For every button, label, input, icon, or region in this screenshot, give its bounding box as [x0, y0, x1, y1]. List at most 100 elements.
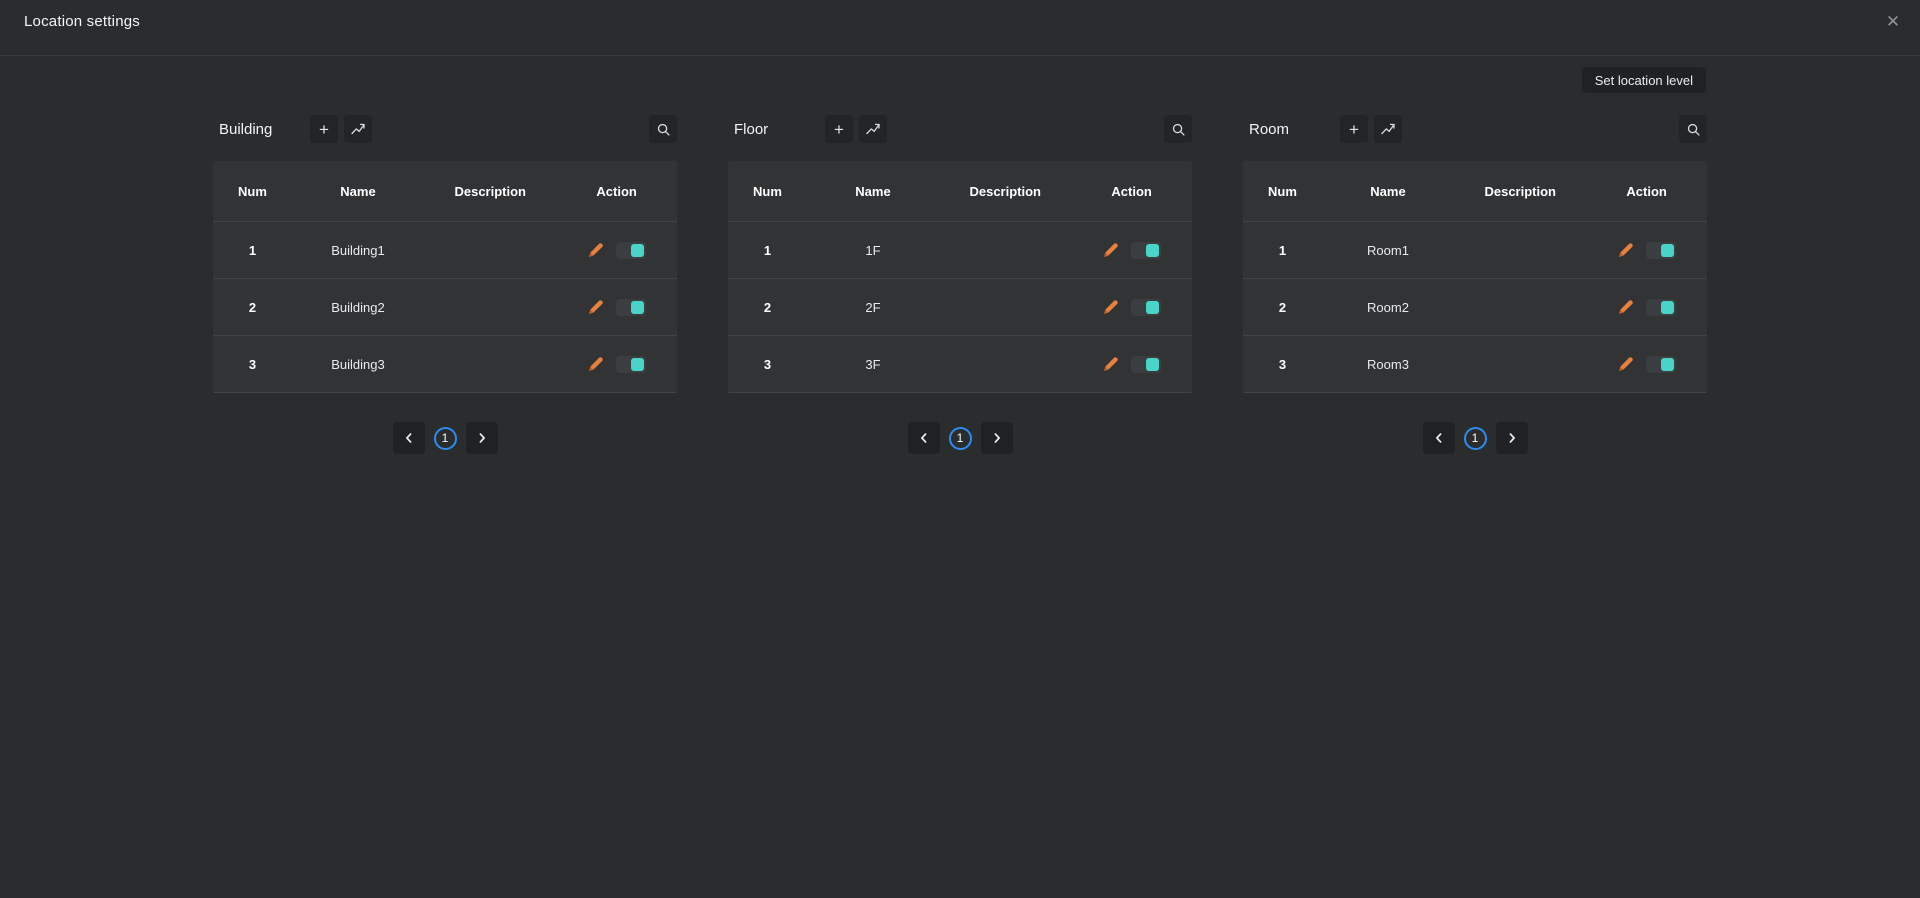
column-header-num: Num — [1243, 184, 1322, 199]
row-name: 2F — [807, 300, 939, 315]
panel-header: Floor + — [728, 115, 1192, 143]
trending-up-icon — [350, 121, 366, 137]
toggle-knob — [1146, 301, 1159, 314]
set-location-level-button[interactable]: Set location level — [1582, 67, 1706, 93]
prev-page-button[interactable] — [393, 422, 425, 454]
toggle-knob — [631, 358, 644, 371]
edit-pencil-icon[interactable] — [1617, 355, 1635, 373]
column-header-name: Name — [1322, 184, 1454, 199]
row-actions — [556, 298, 677, 316]
search-button[interactable] — [649, 115, 677, 143]
toggle-knob — [1661, 244, 1674, 257]
row-num: 3 — [1243, 357, 1322, 372]
enable-toggle[interactable] — [1131, 356, 1161, 373]
edit-pencil-icon[interactable] — [1102, 241, 1120, 259]
row-num: 3 — [728, 357, 807, 372]
table-body: 1 Building1 2 Building2 — [213, 221, 677, 392]
toggle-knob — [631, 244, 644, 257]
row-actions — [556, 241, 677, 259]
location-table: Num Name Description Action 1 Building1 … — [213, 161, 677, 393]
modal-title: Location settings — [24, 13, 140, 30]
row-actions — [1586, 355, 1707, 373]
row-actions — [1586, 298, 1707, 316]
row-num: 1 — [1243, 243, 1322, 258]
table-header-row: Num Name Description Action — [1243, 161, 1707, 221]
page-number[interactable]: 1 — [1464, 427, 1487, 450]
import-level-button[interactable] — [344, 115, 372, 143]
column-header-num: Num — [728, 184, 807, 199]
close-icon[interactable]: ✕ — [1882, 11, 1904, 33]
edit-pencil-icon[interactable] — [1102, 355, 1120, 373]
search-icon — [656, 122, 671, 137]
edit-pencil-icon[interactable] — [1102, 298, 1120, 316]
next-page-button[interactable] — [466, 422, 498, 454]
page-number[interactable]: 1 — [949, 427, 972, 450]
plus-icon: + — [1349, 121, 1359, 138]
next-page-button[interactable] — [981, 422, 1013, 454]
row-name: 1F — [807, 243, 939, 258]
trending-up-icon — [1380, 121, 1396, 137]
plus-icon: + — [319, 121, 329, 138]
row-name: Building1 — [292, 243, 424, 258]
add-button[interactable]: + — [1340, 115, 1368, 143]
location-table: Num Name Description Action 1 1F 2 2F — [728, 161, 1192, 393]
plus-icon: + — [834, 121, 844, 138]
enable-toggle[interactable] — [1646, 299, 1676, 316]
column-header-action: Action — [556, 184, 677, 199]
chevron-right-icon — [1505, 431, 1519, 445]
trending-up-icon — [865, 121, 881, 137]
pagination: 1 — [1243, 422, 1707, 454]
page-number[interactable]: 1 — [434, 427, 457, 450]
prev-page-button[interactable] — [1423, 422, 1455, 454]
edit-pencil-icon[interactable] — [1617, 241, 1635, 259]
edit-pencil-icon[interactable] — [587, 241, 605, 259]
enable-toggle[interactable] — [1646, 356, 1676, 373]
chevron-left-icon — [1432, 431, 1446, 445]
panel-header: Building + — [213, 115, 677, 143]
table-row: 3 Room3 — [1243, 335, 1707, 392]
search-button[interactable] — [1164, 115, 1192, 143]
location-table: Num Name Description Action 1 Room1 2 Ro… — [1243, 161, 1707, 393]
enable-toggle[interactable] — [616, 242, 646, 259]
edit-pencil-icon[interactable] — [1617, 298, 1635, 316]
table-row: 3 Building3 — [213, 335, 677, 392]
column-header-action: Action — [1586, 184, 1707, 199]
modal-header: Location settings ✕ — [0, 0, 1920, 56]
enable-toggle[interactable] — [616, 356, 646, 373]
row-name: Building2 — [292, 300, 424, 315]
enable-toggle[interactable] — [616, 299, 646, 316]
table-row: 2 Room2 — [1243, 278, 1707, 335]
row-actions — [1071, 241, 1192, 259]
chevron-right-icon — [475, 431, 489, 445]
row-actions — [1071, 298, 1192, 316]
location-panel: Building + — [213, 115, 677, 454]
edit-pencil-icon[interactable] — [587, 355, 605, 373]
column-header-description: Description — [939, 184, 1071, 199]
table-header-row: Num Name Description Action — [213, 161, 677, 221]
search-button[interactable] — [1679, 115, 1707, 143]
enable-toggle[interactable] — [1131, 242, 1161, 259]
panel-header: Room + — [1243, 115, 1707, 143]
toggle-knob — [1146, 244, 1159, 257]
table-body: 1 Room1 2 Room2 — [1243, 221, 1707, 392]
add-button[interactable]: + — [825, 115, 853, 143]
row-num: 1 — [728, 243, 807, 258]
prev-page-button[interactable] — [908, 422, 940, 454]
chevron-left-icon — [917, 431, 931, 445]
add-button[interactable]: + — [310, 115, 338, 143]
toggle-knob — [1146, 358, 1159, 371]
enable-toggle[interactable] — [1131, 299, 1161, 316]
panel-title: Room — [1243, 121, 1340, 138]
row-name: Room3 — [1322, 357, 1454, 372]
row-actions — [1586, 241, 1707, 259]
chevron-left-icon — [402, 431, 416, 445]
column-header-description: Description — [1454, 184, 1586, 199]
column-header-action: Action — [1071, 184, 1192, 199]
edit-pencil-icon[interactable] — [587, 298, 605, 316]
import-level-button[interactable] — [1374, 115, 1402, 143]
column-header-num: Num — [213, 184, 292, 199]
next-page-button[interactable] — [1496, 422, 1528, 454]
import-level-button[interactable] — [859, 115, 887, 143]
enable-toggle[interactable] — [1646, 242, 1676, 259]
table-row: 1 1F — [728, 221, 1192, 278]
